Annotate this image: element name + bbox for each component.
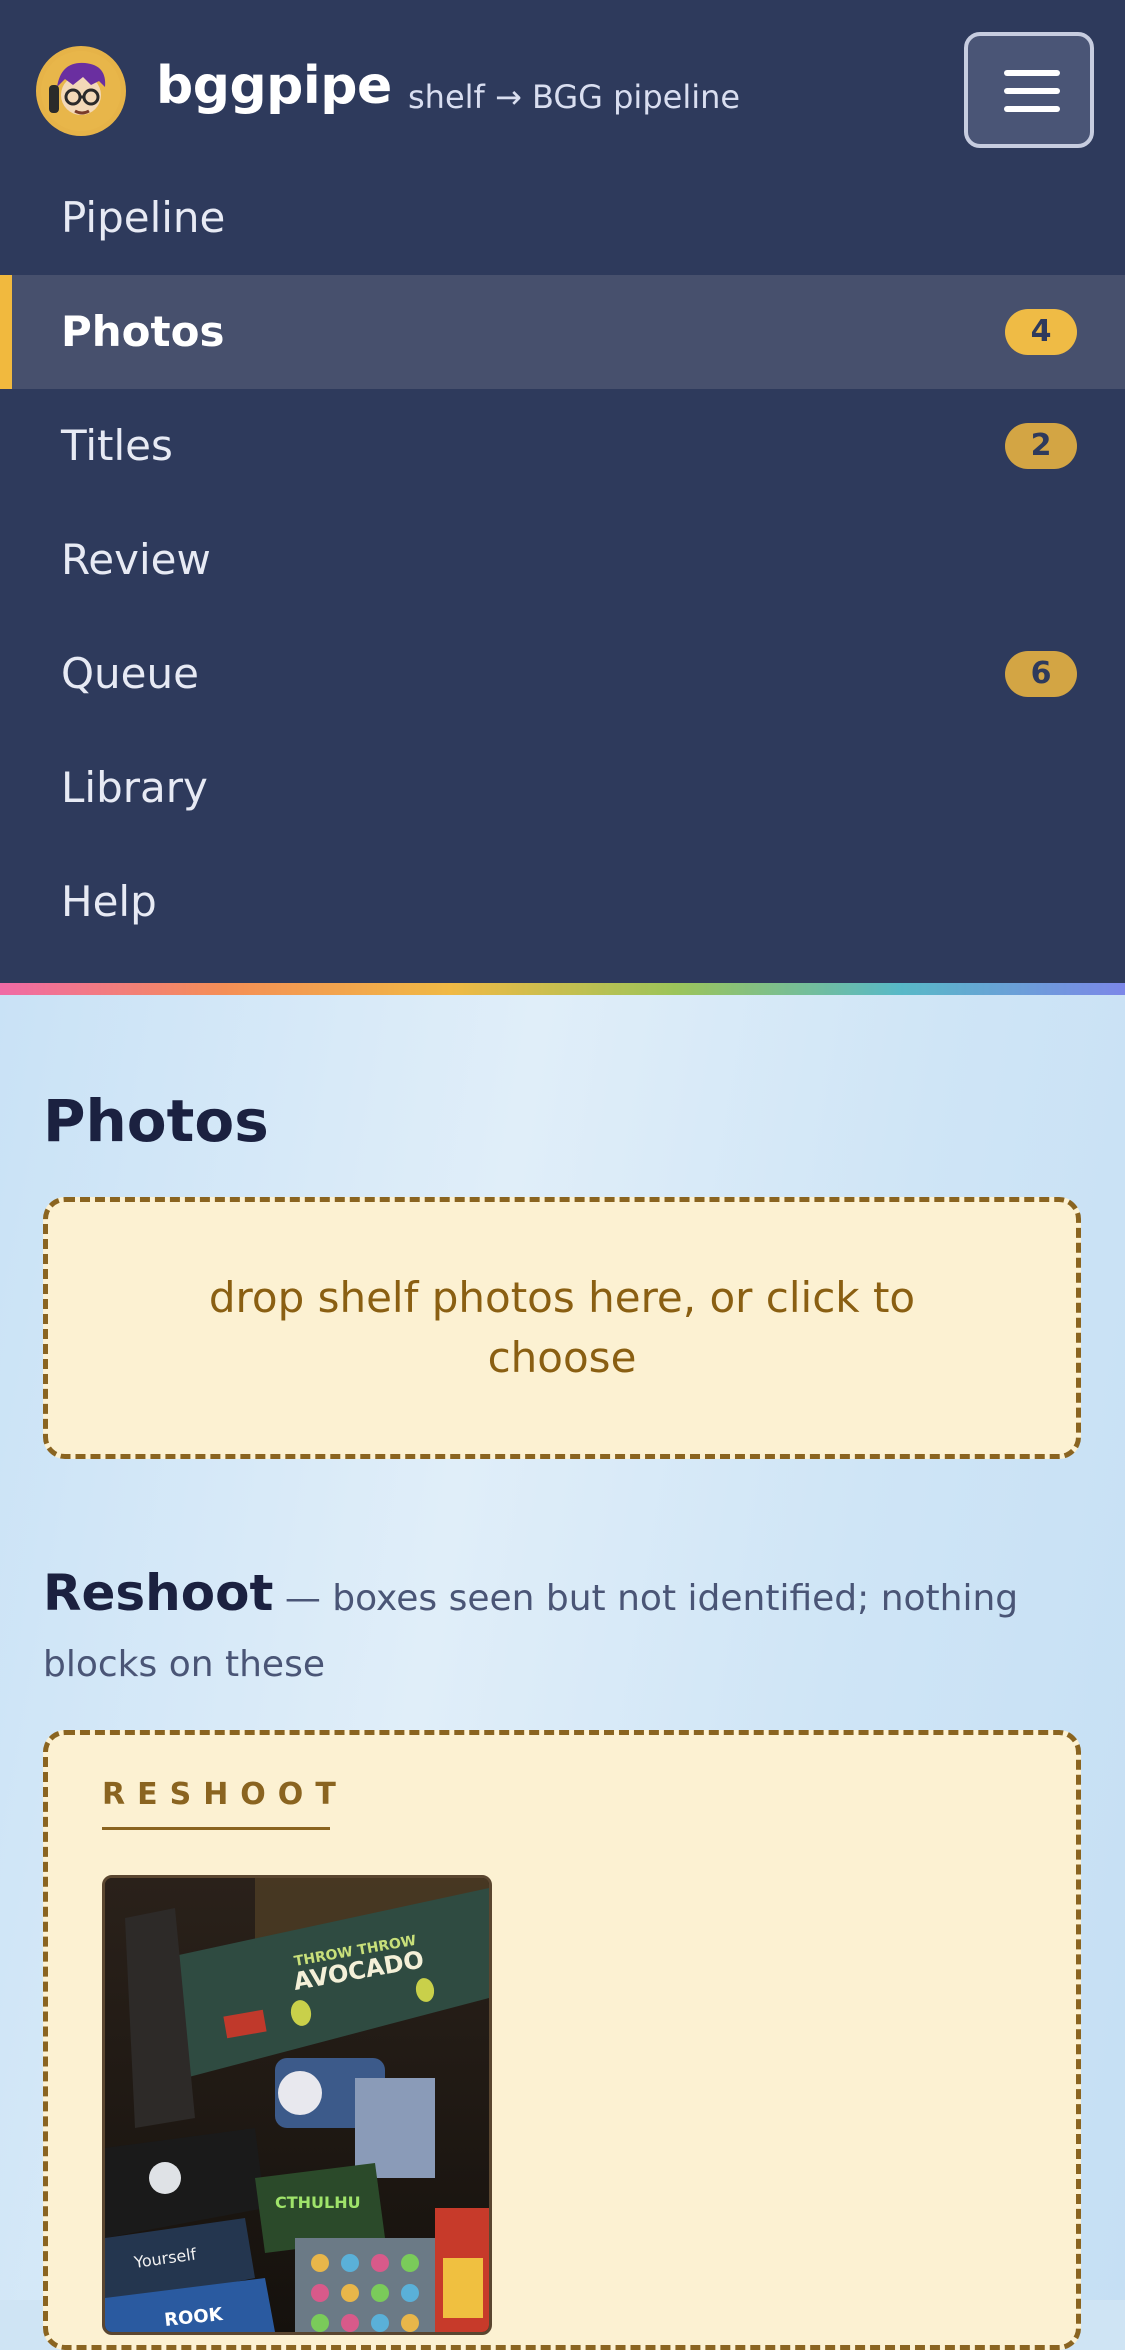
photo-dropzone[interactable]: drop shelf photos here, or click to choo… (43, 1197, 1081, 1459)
nav-count-badge: 2 (1005, 423, 1077, 469)
nav-item-pipeline[interactable]: Pipeline (0, 161, 1125, 275)
nav-item-label: Photos (61, 307, 225, 356)
nav-item-library[interactable]: Library (0, 731, 1125, 845)
nav-item-queue[interactable]: Queue 6 (0, 617, 1125, 731)
nav-item-label: Pipeline (61, 193, 226, 242)
brand-row: bggpipe shelf → BGG pipeline (0, 0, 1125, 185)
top-navigation: bggpipe shelf → BGG pipeline Pipeline Pho… (0, 0, 1125, 983)
nav-count-badge: 6 (1005, 651, 1077, 697)
app-tagline: shelf → BGG pipeline (408, 78, 741, 116)
nav-item-photos[interactable]: Photos 4 (0, 275, 1125, 389)
app-name[interactable]: bggpipe (156, 56, 392, 116)
nav-item-review[interactable]: Review (0, 503, 1125, 617)
reshoot-card: RESHOOT THROW THROW AVOCADO Yourself ROO… (43, 1730, 1081, 2350)
nav-item-label: Review (61, 535, 211, 584)
main-content: Photos drop shelf photos here, or click … (0, 995, 1125, 2350)
reshoot-card-label: RESHOOT (102, 1777, 348, 1812)
dropzone-text: drop shelf photos here, or click to choo… (208, 1273, 916, 1382)
reshoot-section-heading: Reshoot — boxes seen but not identified;… (43, 1560, 1083, 1698)
rainbow-divider (0, 983, 1125, 995)
nav-item-label: Library (61, 763, 208, 812)
main-nav: Pipeline Photos 4 Titles 2 Review Queue 6 Librar… (0, 161, 1125, 959)
reshoot-label-underline (102, 1827, 330, 1830)
nav-item-label: Titles (61, 421, 173, 470)
svg-text:CTHULHU: CTHULHU (275, 2193, 361, 2212)
nav-count-badge: 4 (1005, 309, 1077, 355)
nav-item-titles[interactable]: Titles 2 (0, 389, 1125, 503)
nav-item-label: Help (61, 877, 157, 926)
reshoot-heading: Reshoot (43, 1564, 274, 1622)
hamburger-menu-icon[interactable] (964, 32, 1094, 148)
user-avatar-icon[interactable] (36, 46, 126, 136)
reshoot-photo-thumbnail[interactable]: THROW THROW AVOCADO Yourself ROOK CTHULH… (102, 1875, 492, 2335)
nav-item-help[interactable]: Help (0, 845, 1125, 959)
nav-item-label: Queue (61, 649, 199, 698)
page-title: Photos (43, 1087, 269, 1155)
